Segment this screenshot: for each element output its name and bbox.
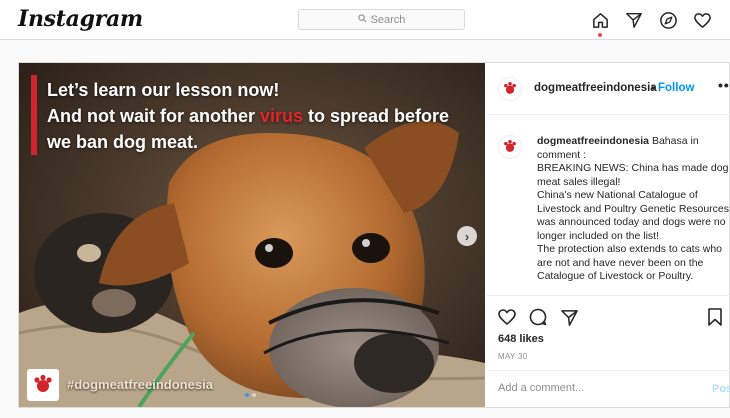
dogmeatfree-logo <box>27 369 59 401</box>
instagram-logo[interactable]: Instagram <box>18 6 143 32</box>
post-card: Let’s learn our lesson now! And not wait… <box>18 62 730 408</box>
comment-icon[interactable] <box>527 306 549 328</box>
notification-dot <box>598 33 602 37</box>
caption-first-line: dogmeatfreeindonesia Bahasa in comment : <box>537 135 729 162</box>
caption-comment: dogmeatfreeindonesia Bahasa in comment :… <box>537 135 729 284</box>
overlay-line-2: And not wait for another virus to spread… <box>47 103 449 129</box>
direct-icon[interactable] <box>623 9 645 31</box>
overlay-line-3: we ban dog meat. <box>47 132 199 152</box>
overlay-line-1: Let’s learn our lesson now! <box>47 80 280 100</box>
comment-line: China's new National Catalogue of Livest… <box>537 189 730 242</box>
bookmark-icon[interactable] <box>704 306 726 328</box>
header-separator: • <box>651 81 656 95</box>
post-header: dogmeatfreeindonesia • Follow ••• <box>486 63 730 115</box>
likes-count[interactable]: 648 likes <box>498 333 544 345</box>
search-box[interactable]: Search <box>298 9 465 30</box>
share-icon[interactable] <box>558 306 580 328</box>
top-navigation-bar: Instagram Search <box>0 0 730 40</box>
like-icon[interactable] <box>496 306 518 328</box>
photo-overlay-text: Let’s learn our lesson now! And not wait… <box>47 77 449 155</box>
post-comment-button[interactable]: Post <box>712 383 730 395</box>
comment-line: BREAKING NEWS: China has made dog meat s… <box>537 162 729 188</box>
post-date[interactable]: MAY 30 <box>498 352 528 361</box>
search-icon <box>357 13 367 26</box>
search-placeholder: Search <box>370 13 406 26</box>
carousel-dot <box>252 393 256 397</box>
more-icon[interactable]: ••• <box>718 77 730 93</box>
comment-username[interactable]: dogmeatfreeindonesia <box>537 135 649 147</box>
overlay-line-2b: to spread before <box>303 106 450 126</box>
post-photo[interactable]: Let’s learn our lesson now! And not wait… <box>19 63 485 407</box>
chevron-right-icon[interactable]: › <box>457 226 477 246</box>
post-sidebar: dogmeatfreeindonesia • Follow ••• dogmea… <box>486 63 730 407</box>
overlay-line-2a: And not wait for another <box>47 106 260 126</box>
carousel-dot <box>245 393 249 397</box>
comment-list: dogmeatfreeindonesia Bahasa in comment :… <box>486 115 730 295</box>
overlay-highlight-word: virus <box>260 106 304 126</box>
comment-line: The protection also extends to cats who … <box>537 243 723 282</box>
add-comment-input[interactable] <box>498 382 688 394</box>
explore-icon[interactable] <box>657 9 679 31</box>
post-actions: 648 likes MAY 30 Post <box>486 295 730 407</box>
photo-hashtag: #dogmeatfreeindonesia <box>67 377 213 392</box>
post-author-username[interactable]: dogmeatfreeindonesia <box>534 82 657 94</box>
follow-button[interactable]: Follow <box>658 82 694 94</box>
carousel-dots <box>245 393 256 397</box>
add-comment-bar: Post <box>486 370 730 407</box>
activity-icon[interactable] <box>691 9 713 31</box>
avatar[interactable] <box>498 77 522 101</box>
avatar[interactable] <box>498 135 522 159</box>
caption-accent-bar <box>31 75 37 155</box>
home-icon[interactable] <box>589 9 611 31</box>
